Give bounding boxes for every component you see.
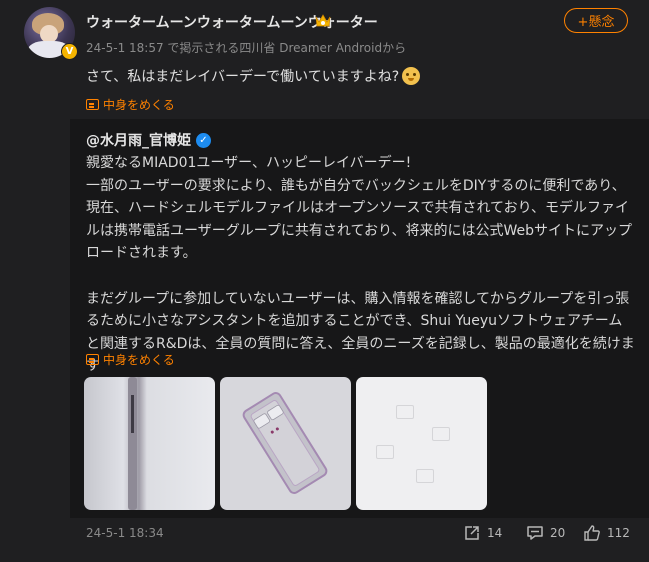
verified-check-icon: ✓: [196, 132, 211, 148]
phone-model-drawing: [242, 392, 328, 494]
comment-action[interactable]: 20: [526, 524, 565, 542]
weibo-post-card: V ウォータームーンウォータームーンウォーター +懸念 24-5-1 18:57…: [0, 0, 649, 562]
image-thumbnail-loading[interactable]: [356, 377, 487, 510]
repost-author[interactable]: @水月雨_官博姫 ✓: [86, 130, 211, 150]
repost-paragraph: [86, 265, 636, 288]
image-gallery: [84, 377, 487, 510]
verified-badge-icon: V: [61, 43, 78, 60]
comment-count: 20: [550, 526, 566, 540]
follow-button[interactable]: +懸念: [564, 8, 628, 33]
image-placeholder-icon: [376, 445, 394, 459]
expand-icon: [86, 354, 99, 365]
repost-author-name: @水月雨_官博姫: [86, 133, 191, 149]
expand-label: 中身をめくる: [103, 98, 175, 112]
crown-icon: [315, 14, 331, 27]
share-action[interactable]: 14: [463, 524, 502, 542]
repost-paragraph: 親愛なるMIAD01ユーザー、ハッピーレイバーデー!: [86, 155, 412, 171]
image-placeholder-icon: [432, 427, 450, 441]
like-action[interactable]: 112: [583, 524, 630, 542]
post-text: さて、私はまだレイバーデーで働いていますよね?: [86, 66, 421, 86]
expand-icon: [86, 99, 99, 110]
image-thumbnail-phone-side[interactable]: [84, 377, 215, 510]
repost-body: 親愛なるMIAD01ユーザー、ハッピーレイバーデー! 一部のユーザーの要求により…: [86, 152, 636, 378]
expand-repost-link[interactable]: 中身をめくる: [86, 351, 175, 368]
image-thumbnail-phone-model[interactable]: [220, 377, 351, 510]
expand-label: 中身をめくる: [103, 353, 175, 367]
repost-date[interactable]: 24-5-1 18:34: [86, 526, 164, 540]
dog-emoji-icon: [402, 67, 421, 85]
image-placeholder-icon: [396, 405, 414, 419]
post-meta: 24-5-1 18:57 で掲示される四川省 Dreamer Androidから: [86, 41, 407, 55]
expand-post-link[interactable]: 中身をめくる: [86, 96, 175, 113]
like-count: 112: [607, 526, 630, 540]
share-icon: [465, 526, 479, 540]
image-placeholder-icon: [416, 469, 434, 483]
thumbs-up-icon: [584, 525, 600, 541]
reposted-content: @水月雨_官博姫 ✓ 親愛なるMIAD01ユーザー、ハッピーレイバーデー! 一部…: [70, 119, 649, 518]
share-count: 14: [487, 526, 503, 540]
repost-paragraph: 一部のユーザーの要求により、誰もが自分でバックシェルをDIYするのに便利であり、…: [86, 177, 633, 262]
username[interactable]: ウォータームーンウォータームーンウォーター: [86, 12, 378, 32]
post-text-content: さて、私はまだレイバーデーで働いていますよね?: [86, 69, 400, 85]
comment-icon: [527, 526, 543, 540]
